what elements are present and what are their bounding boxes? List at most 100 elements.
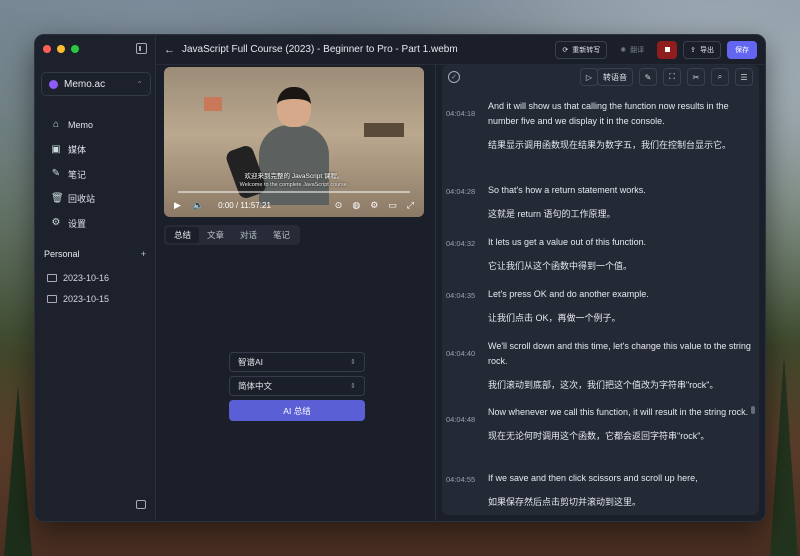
section-label: Personal — [44, 249, 80, 259]
transcript-segment[interactable]: 04:04:18 And it will show us that callin… — [442, 99, 759, 183]
sidebar-item-media[interactable]: ▣ 媒体 — [51, 138, 95, 163]
screenshot-icon[interactable]: ⊙ — [335, 200, 343, 211]
close-window-button[interactable] — [43, 45, 51, 53]
video-subtitle: 欢迎来到完整的 JavaScript 课程。 Welcome to the co… — [164, 173, 424, 189]
tab-notes[interactable]: 笔记 — [265, 227, 298, 243]
tab-summary[interactable]: 总结 — [166, 227, 200, 243]
play-icon[interactable]: ▷ — [580, 68, 598, 86]
palette-icon[interactable]: ◍ — [352, 200, 360, 211]
text-to-speech-button[interactable]: 转语音 — [597, 68, 633, 86]
plus-icon[interactable]: + — [141, 249, 146, 259]
folder-item[interactable]: 2023-10-15 — [47, 288, 109, 309]
export-button[interactable]: ⇪ 导出 — [683, 40, 721, 59]
minimize-window-button[interactable] — [57, 45, 65, 53]
presenter-head — [277, 87, 311, 127]
folder-icon — [47, 273, 57, 282]
note-icon: ✎ — [51, 168, 61, 180]
translate-button[interactable]: ✺ 翻译 — [613, 41, 651, 59]
rewrite-button[interactable]: ⟳ 重新转写 — [555, 40, 608, 59]
wall-shelf — [364, 123, 404, 137]
workspace-avatar — [49, 79, 58, 89]
segment-timestamp: 04:04:55 — [446, 475, 476, 484]
tab-article[interactable]: 文章 — [199, 227, 232, 243]
sidebar-item-notes[interactable]: ✎ 笔记 — [51, 162, 95, 187]
segment-text-zh: 我们滚动到底部，这次，我们把这个值改为字符串"rock"。 — [488, 380, 719, 390]
language-select[interactable]: 简体中文 ⇕ — [229, 376, 365, 396]
sidebar-item-label: 笔记 — [68, 169, 87, 180]
segment-text-zh: 它让我们从这个函数中得到一个值。 — [488, 261, 633, 271]
tab-chat[interactable]: 对话 — [232, 227, 265, 243]
play-icon[interactable]: ▶ — [174, 200, 181, 211]
scrollbar-thumb[interactable] — [751, 406, 755, 414]
pencil-icon[interactable]: ✎ — [639, 68, 657, 86]
sidebar-item-memo[interactable]: ⌂ Memo — [51, 113, 95, 138]
model-select-value: 智谱AI — [238, 357, 264, 367]
fullscreen-icon[interactable]: ⤢ — [407, 200, 414, 211]
language-select-value: 简体中文 — [238, 381, 273, 391]
segment-text-en: Let's press OK and do another example. — [488, 289, 649, 299]
transcript-segment[interactable]: 04:04:32 It lets us get a value out of t… — [442, 235, 759, 287]
feedback-icon[interactable] — [136, 500, 146, 509]
segment-text-zh: 如果保存然后点击剪切并滚动到这里。 — [488, 497, 642, 507]
segment-text-en: We'll scroll down and this time, let's c… — [488, 341, 751, 366]
model-select[interactable]: 智谱AI ⇕ — [229, 352, 365, 372]
chevron-updown-icon: ⇕ — [350, 359, 356, 366]
content-tabs: 总结 文章 对话 笔记 — [164, 225, 301, 245]
folder-label: 2023-10-15 — [63, 293, 110, 304]
video-controls: ▶ 🔈 0:00 / 11:57:21 ⊙ ◍ ⚙ ▭ ⤢ — [174, 197, 414, 213]
segment-timestamp: 04:04:28 — [446, 187, 476, 196]
theater-mode-icon[interactable]: ▭ — [388, 200, 397, 211]
upload-icon: ⇪ — [690, 46, 696, 54]
segment-text-zh: 结果显示调用函数现在结果为数字五，我们在控制台显示它。 — [488, 140, 732, 150]
personal-section-header: Personal + — [44, 249, 146, 259]
segment-timestamp: 04:04:40 — [446, 349, 476, 358]
list-icon[interactable]: ☰ — [735, 68, 753, 86]
wall-frame — [204, 97, 222, 111]
segment-text-en: If we save and then click scissors and s… — [488, 473, 698, 483]
video-progress-bar[interactable] — [178, 191, 410, 193]
folder-item[interactable]: 2023-10-16 — [47, 267, 109, 288]
stop-button[interactable] — [657, 40, 678, 59]
settings-icon[interactable]: ⚙ — [370, 200, 378, 211]
maximize-window-button[interactable] — [71, 45, 79, 53]
sidebar-item-settings[interactable]: ⚙ 设置 — [51, 211, 95, 236]
check-circle-icon[interactable]: ✓ — [448, 71, 460, 83]
transcript-pane: ✓ ▷ 转语音 ✎ ⛶ ✂ ⌕ ☰ 04:04:18 And it will s… — [442, 65, 759, 515]
spinner-icon: ✺ — [620, 46, 627, 54]
left-pane: 欢迎来到完整的 JavaScript 课程。 Welcome to the co… — [156, 65, 436, 521]
sidebar-item-label: 回收站 — [68, 194, 96, 205]
transcript-segment[interactable]: 04:04:40 We'll scroll down and this time… — [442, 339, 759, 405]
sidebar-item-label: 媒体 — [68, 145, 87, 156]
transcript-segment[interactable]: 04:04:55 If we save and then click sciss… — [442, 471, 759, 521]
home-icon: ⌂ — [52, 119, 60, 131]
gear-icon: ⚙ — [51, 217, 61, 229]
chevron-updown-icon: ⇕ — [350, 383, 356, 390]
transcript-segment[interactable]: 04:04:35 Let's press OK and do another e… — [442, 287, 759, 339]
segment-timestamp: 04:04:35 — [446, 291, 476, 300]
segment-text-zh: 让我们点击 OK，再做一个例子。 — [488, 313, 621, 323]
workspace-selector[interactable]: Memo.ac ⌃ — [41, 72, 151, 96]
video-player[interactable]: 欢迎来到完整的 JavaScript 课程。 Welcome to the co… — [164, 67, 424, 217]
sidebar-toggle-icon[interactable] — [136, 43, 147, 54]
scissors-icon[interactable]: ✂ — [687, 68, 705, 86]
transcript-segment[interactable]: 04:04:48 Now whenever we call this funct… — [442, 405, 759, 471]
segment-text-zh: 这就是 return 语句的工作原理。 — [488, 209, 616, 219]
main-area: ← JavaScript Full Course (2023) - Beginn… — [156, 35, 765, 521]
volume-icon[interactable]: 🔈 — [193, 200, 204, 211]
subtitle-zh: 欢迎来到完整的 JavaScript 课程。 — [244, 173, 344, 180]
segment-timestamp: 04:04:18 — [446, 109, 476, 118]
search-icon[interactable]: ⌕ — [711, 68, 729, 86]
sidebar-item-trash[interactable]: 🗑 回收站 — [51, 187, 95, 212]
app-window: Memo.ac ⌃ ⌂ Memo ▣ 媒体 ✎ 笔记 🗑 回收站 ⚙ 设置 Pe… — [34, 34, 766, 522]
sidebar-item-label: Memo — [68, 120, 94, 131]
export-label: 导出 — [700, 46, 714, 54]
back-arrow-icon[interactable]: ← — [164, 44, 182, 56]
focus-icon[interactable]: ⛶ — [663, 68, 681, 86]
sidebar-nav: ⌂ Memo ▣ 媒体 ✎ 笔记 🗑 回收站 ⚙ 设置 — [51, 113, 95, 236]
save-button[interactable]: 保存 — [727, 40, 757, 59]
media-icon: ▣ — [51, 143, 61, 155]
background-tree — [4, 386, 32, 556]
ai-summary-button[interactable]: AI 总结 — [229, 400, 365, 421]
transcript-segment[interactable]: 04:04:28 So that's how a return statemen… — [442, 183, 759, 235]
sidebar-item-label: 设置 — [68, 218, 87, 229]
